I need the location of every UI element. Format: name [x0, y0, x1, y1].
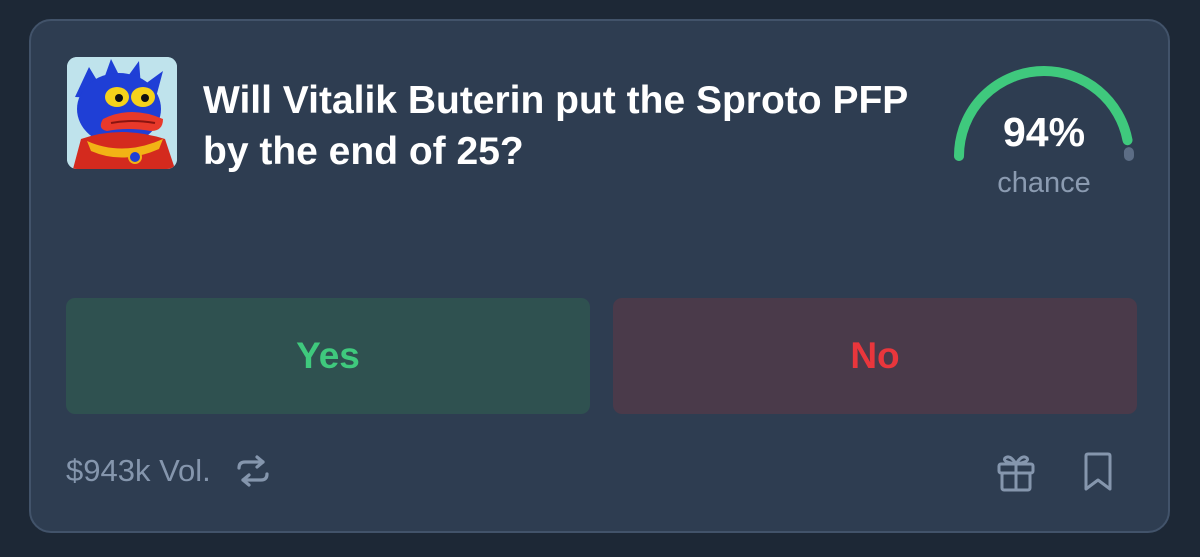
gauge-percent: 94%: [1002, 109, 1086, 155]
card-footer: $943k Vol.: [66, 449, 271, 493]
repeat-icon[interactable]: [235, 455, 271, 487]
probability-gauge: 94% chance: [949, 65, 1139, 205]
sproto-avatar-icon: [67, 57, 177, 169]
yes-button[interactable]: Yes: [66, 298, 590, 414]
no-button[interactable]: No: [613, 298, 1137, 414]
volume-text: $943k Vol.: [66, 453, 211, 488]
market-card[interactable]: Will Vitalik Buterin put the Sproto PFP …: [29, 19, 1170, 533]
gauge-label: chance: [997, 167, 1091, 199]
no-button-label: No: [850, 335, 900, 376]
market-avatar: [67, 57, 177, 169]
yes-button-label: Yes: [296, 335, 360, 376]
bookmark-icon[interactable]: [1082, 452, 1114, 497]
market-question[interactable]: Will Vitalik Buterin put the Sproto PFP …: [203, 75, 943, 177]
gift-icon[interactable]: [995, 452, 1037, 497]
